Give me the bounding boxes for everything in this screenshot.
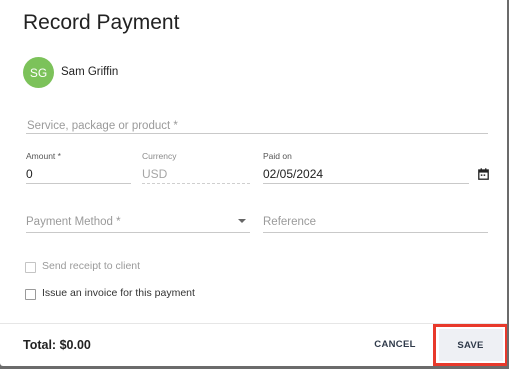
payment-method-placeholder: Payment Method *: [26, 216, 121, 228]
total-amount: Total: $0.00: [23, 338, 91, 352]
avatar: SG: [23, 57, 54, 88]
send-receipt-label: Send receipt to client: [42, 260, 141, 272]
paid-on-value: 02/05/2024: [263, 167, 324, 181]
reference-underline: [263, 232, 488, 233]
paid-on-underline: [263, 183, 469, 184]
footer-divider: [0, 323, 507, 324]
reference-placeholder: Reference: [263, 216, 317, 228]
amount-value: 0: [26, 167, 33, 181]
amount-underline: [26, 183, 131, 184]
currency-label: Currency: [142, 151, 177, 161]
issue-invoice-label: Issue an invoice for this payment: [42, 287, 195, 299]
chevron-down-icon[interactable]: [238, 219, 246, 223]
dialog-title: Record Payment: [23, 11, 180, 34]
save-highlight: SAVE: [433, 324, 508, 366]
currency-value: USD: [142, 167, 168, 181]
calendar-icon[interactable]: [478, 168, 489, 180]
payment-method-underline: [26, 232, 250, 233]
currency-underline: [142, 183, 250, 184]
amount-label: Amount *: [26, 151, 61, 161]
issue-invoice-checkbox[interactable]: [25, 289, 36, 300]
cancel-button[interactable]: CANCEL: [372, 333, 418, 355]
client-name: Sam Griffin: [61, 66, 119, 78]
record-payment-dialog: Record Payment SG Sam Griffin Service, p…: [0, 0, 508, 366]
save-button[interactable]: SAVE: [438, 329, 503, 361]
service-placeholder: Service, package or product *: [27, 120, 178, 132]
service-underline: [26, 133, 488, 134]
paid-on-label: Paid on: [263, 151, 292, 161]
send-receipt-checkbox[interactable]: [25, 262, 36, 273]
